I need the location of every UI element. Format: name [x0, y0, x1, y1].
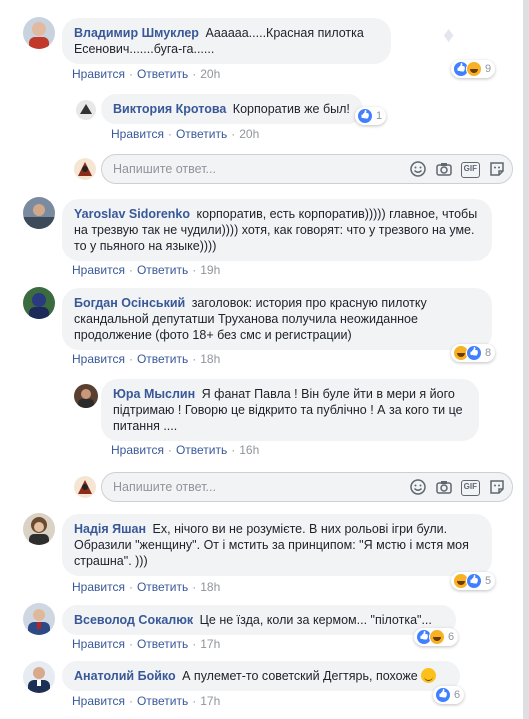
comment-bubble: Yaroslav Sidorenko корпоратив, есть корп…: [62, 199, 492, 261]
like-link[interactable]: Нравится: [72, 352, 125, 366]
like-reaction-icon: [357, 108, 373, 124]
reply-link[interactable]: Ответить: [137, 637, 188, 651]
comment-actions: Нравится · Ответить · 20h: [111, 127, 260, 141]
comment-actions: Нравится · Ответить · 18h: [72, 352, 221, 366]
reply-link[interactable]: Ответить: [137, 67, 188, 81]
like-link[interactable]: Нравится: [72, 67, 125, 81]
timestamp[interactable]: 18h: [200, 580, 220, 594]
comment-actions: Нравится · Ответить · 20h: [72, 67, 221, 81]
scrollbar-track[interactable]: [523, 0, 529, 719]
haha-reaction-icon: [429, 629, 445, 645]
reaction-summary[interactable]: 5: [451, 572, 496, 590]
avatar[interactable]: [23, 287, 55, 319]
comment-bubble: Виктория Кротова Корпоратив же был!: [101, 94, 363, 124]
like-reaction-icon: [466, 573, 482, 589]
comment-text: Це не їзда, коли за кермом... "пілотка".…: [199, 613, 432, 627]
sticker-icon[interactable]: [488, 478, 506, 496]
reaction-count: 1: [376, 110, 383, 122]
comment-author[interactable]: Надія Яшан: [74, 522, 146, 536]
camera-icon[interactable]: [435, 478, 453, 496]
reply-link[interactable]: Ответить: [137, 263, 188, 277]
comment-actions: Нравится · Ответить · 19h: [72, 263, 221, 277]
reaction-count: 9: [485, 63, 492, 75]
like-link[interactable]: Нравится: [72, 694, 125, 708]
comment-bubble: Всеволод Сокалюк Це не їзда, коли за кер…: [62, 605, 456, 635]
like-link[interactable]: Нравится: [111, 127, 164, 141]
reply-link[interactable]: Ответить: [176, 127, 227, 141]
gif-icon[interactable]: GIF: [460, 480, 480, 496]
reaction-count: 5: [485, 575, 492, 587]
comment-bubble: Богдан Осінський заголовок: история про …: [62, 288, 492, 350]
comment-actions: Нравится · Ответить · 18h: [72, 580, 221, 594]
comment-actions: Нравится · Ответить · 17h: [72, 637, 221, 651]
comment-author[interactable]: Юра Мыслин: [113, 387, 195, 401]
comment-bubble: Юра Мыслин Я фанат Павла ! Він буле йти …: [101, 379, 479, 441]
like-link[interactable]: Нравится: [111, 443, 164, 457]
reply-placeholder: Напишите ответ...: [113, 162, 216, 176]
comment-bubble: Владимир Шмуклер Аааааа.....Красная пило…: [62, 18, 391, 64]
reaction-summary[interactable]: 9: [451, 60, 496, 78]
reaction-summary[interactable]: 8: [451, 344, 496, 362]
avatar[interactable]: [23, 513, 55, 545]
reaction-summary[interactable]: 1: [355, 107, 387, 125]
comment-author[interactable]: Богдан Осінський: [74, 296, 185, 310]
comment-author[interactable]: Всеволод Сокалюк: [74, 613, 193, 627]
reply-link[interactable]: Ответить: [176, 443, 227, 457]
timestamp[interactable]: 20h: [239, 127, 259, 141]
timestamp[interactable]: 20h: [200, 67, 220, 81]
reaction-count: 6: [454, 689, 461, 701]
comment-author[interactable]: Yaroslav Sidorenko: [74, 207, 190, 221]
reply-link[interactable]: Ответить: [137, 694, 188, 708]
comment-text: А пулемет-то советский Дегтярь, похоже: [182, 669, 418, 683]
timestamp[interactable]: 16h: [239, 443, 259, 457]
comment-bubble: Анатолий Бойко А пулемет-то советский Де…: [62, 661, 460, 691]
emoji-icon[interactable]: [409, 478, 427, 496]
reaction-summary[interactable]: 6: [414, 628, 459, 646]
timestamp[interactable]: 17h: [200, 637, 220, 651]
haha-reaction-icon: [466, 61, 482, 77]
comment-author[interactable]: Владимир Шмуклер: [74, 26, 199, 40]
emoji-icon[interactable]: [409, 160, 427, 178]
camera-icon[interactable]: [435, 160, 453, 178]
comment-author[interactable]: Виктория Кротова: [113, 102, 226, 116]
avatar[interactable]: [23, 603, 55, 635]
reply-input[interactable]: Напишите ответ... GIF: [101, 154, 513, 184]
avatar[interactable]: [74, 98, 98, 122]
current-user-avatar: [74, 158, 96, 180]
avatar[interactable]: [74, 384, 98, 408]
reaction-count: 6: [448, 631, 455, 643]
sticker-icon[interactable]: [488, 160, 506, 178]
avatar[interactable]: [23, 661, 55, 693]
like-link[interactable]: Нравится: [72, 637, 125, 651]
comment-author[interactable]: Анатолий Бойко: [74, 669, 176, 683]
gif-icon[interactable]: GIF: [460, 162, 480, 178]
current-user-avatar: [74, 476, 96, 498]
comment-actions: Нравится · Ответить · 17h: [72, 694, 221, 708]
smile-emoji-icon: [421, 668, 437, 683]
comment-bubble: Надія Яшан Ех, нічого ви не розумієте. В…: [62, 514, 492, 576]
avatar[interactable]: [23, 17, 55, 49]
reply-link[interactable]: Ответить: [137, 352, 188, 366]
reaction-count: 8: [485, 347, 492, 359]
like-reaction-icon: [435, 687, 451, 703]
watermark-logo: ♦: [443, 22, 455, 47]
reply-placeholder: Напишите ответ...: [113, 480, 216, 494]
timestamp[interactable]: 19h: [200, 263, 220, 277]
timestamp[interactable]: 17h: [200, 694, 220, 708]
like-link[interactable]: Нравится: [72, 263, 125, 277]
like-reaction-icon: [466, 345, 482, 361]
reply-input[interactable]: Напишите ответ... GIF: [101, 472, 513, 502]
comment-text: Корпоратив же был!: [232, 102, 350, 116]
avatar[interactable]: [23, 197, 55, 229]
timestamp[interactable]: 18h: [200, 352, 220, 366]
comment-actions: Нравится · Ответить · 16h: [111, 443, 260, 457]
like-link[interactable]: Нравится: [72, 580, 125, 594]
reply-link[interactable]: Ответить: [137, 580, 188, 594]
reaction-summary[interactable]: 6: [433, 686, 465, 704]
